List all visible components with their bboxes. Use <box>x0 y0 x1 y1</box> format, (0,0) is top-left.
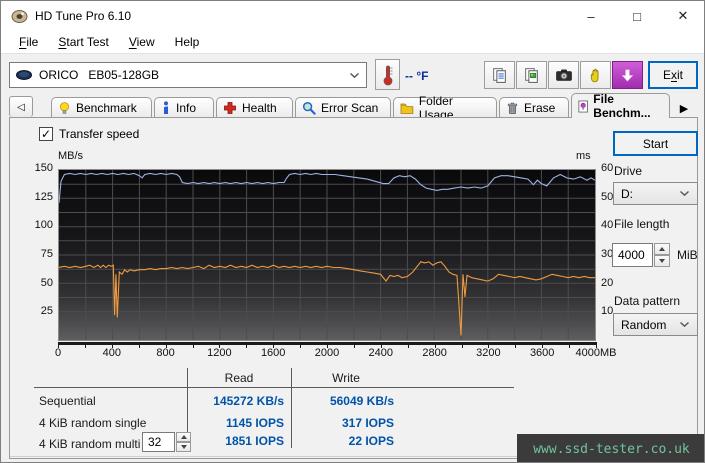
watermark: www.ssd-tester.co.uk <box>517 434 705 463</box>
bulb-icon <box>58 101 71 115</box>
drive-dropdown[interactable]: D: <box>613 182 698 205</box>
file-length-spin-down[interactable] <box>654 255 670 267</box>
screenshot-button[interactable] <box>548 61 579 89</box>
random-multi-write-value: 22 IOPS <box>291 434 394 448</box>
tab-label: Info <box>176 101 196 115</box>
tab-folder-usage[interactable]: Folder Usage <box>393 97 497 118</box>
camera-icon <box>555 67 573 83</box>
tab-scroll-right-button[interactable]: ▶ <box>675 99 693 117</box>
chevron-down-icon <box>679 321 690 328</box>
scroll-right-icon: ▶ <box>680 102 688 115</box>
copy-text-button[interactable] <box>484 61 515 89</box>
tab-erase[interactable]: Erase <box>499 97 569 118</box>
spin-down-icon <box>659 259 665 263</box>
right-axis-title: ms <box>576 150 591 162</box>
folder-icon <box>400 102 414 115</box>
tick-label: 20 <box>601 277 613 289</box>
file-benchmark-icon <box>578 99 588 114</box>
file-length-input[interactable] <box>612 243 653 267</box>
tab-error-scan[interactable]: Error Scan <box>295 97 391 118</box>
right-axis-ticks: 605040302010 <box>601 1 635 463</box>
thermometer-icon <box>382 64 394 86</box>
tab-benchmark[interactable]: Benchmark <box>51 97 152 118</box>
temperature-value: -- °F <box>405 69 428 83</box>
x-axis-line <box>58 342 597 345</box>
data-pattern-label: Data pattern <box>614 294 680 308</box>
table-header-rule <box>34 387 514 388</box>
temperature-button[interactable] <box>375 59 400 90</box>
random-single-read-value: 1145 IOPS <box>187 416 284 430</box>
drive-selector-dropdown[interactable]: ORICO EB05-128GB <box>9 62 367 88</box>
close-button[interactable]: ✕ <box>660 1 705 31</box>
watermark-text: www.ssd-tester.co.uk <box>533 442 690 457</box>
tick-label: 10 <box>601 305 613 317</box>
info-icon <box>161 101 171 115</box>
tab-label: Erase <box>524 101 555 115</box>
queue-depth-input[interactable] <box>142 432 175 452</box>
left-axis-title: MB/s <box>58 150 83 162</box>
tab-label: File Benchm... <box>593 92 663 120</box>
tick-label: 50 <box>41 277 53 289</box>
menu-start-test[interactable]: Start Test <box>48 32 118 52</box>
tick-label: 125 <box>35 191 53 203</box>
tick-label: 150 <box>35 162 53 174</box>
spin-up-icon <box>181 435 187 439</box>
magnifier-icon <box>302 101 316 115</box>
start-button[interactable]: Start <box>613 131 698 156</box>
data-pattern-dropdown[interactable]: Random <box>613 313 698 336</box>
drive-selector-value: ORICO EB05-128GB <box>39 68 159 82</box>
menu-help[interactable]: Help <box>165 32 210 52</box>
chevron-down-icon <box>349 72 360 79</box>
tab-file-benchmark[interactable]: File Benchm... <box>571 93 670 118</box>
random-single-write-value: 317 IOPS <box>291 416 394 430</box>
health-cross-icon <box>223 101 237 115</box>
transfer-speed-label: Transfer speed <box>59 127 139 141</box>
spin-down-icon <box>181 445 187 449</box>
trash-icon <box>506 101 519 115</box>
file-length-label: File length <box>614 217 669 231</box>
copy-text-icon <box>491 67 508 84</box>
copy-image-icon <box>523 67 540 84</box>
file-length-spin-up[interactable] <box>654 243 670 255</box>
tab-label: Benchmark <box>76 101 137 115</box>
exit-button[interactable]: Exit <box>648 61 698 89</box>
column-header-write: Write <box>291 371 401 385</box>
chevron-down-icon <box>679 190 690 197</box>
benchmark-chart-plot <box>58 169 596 341</box>
tick-label: 25 <box>41 305 53 317</box>
file-length-unit: MiB <box>677 248 698 262</box>
tick-label: 40 <box>601 219 613 231</box>
row-label-random-single: 4 KiB random single <box>39 416 146 430</box>
drive-dropdown-value: D: <box>621 187 633 201</box>
spin-up-icon <box>659 247 665 251</box>
sequential-read-value: 145272 KB/s <box>187 394 284 408</box>
drive-label: Drive <box>614 164 642 178</box>
tick-label: 75 <box>41 248 53 260</box>
copy-image-button[interactable] <box>516 61 547 89</box>
row-label-random-multi: 4 KiB random multi <box>39 437 140 451</box>
tick-label: 60 <box>601 162 613 174</box>
tab-label: Error Scan <box>321 101 378 115</box>
transfer-speed-option: ✓ Transfer speed <box>39 127 139 141</box>
row-label-sequential: Sequential <box>39 394 96 408</box>
app-window: HD Tune Pro 6.10 – □ ✕ File Start Test V… <box>0 0 705 463</box>
tab-info[interactable]: Info <box>154 97 214 118</box>
sequential-write-value: 56049 KB/s <box>291 394 394 408</box>
title-bar: HD Tune Pro 6.10 – □ ✕ <box>1 1 705 31</box>
data-pattern-value: Random <box>621 318 666 332</box>
random-multi-read-value: 1851 IOPS <box>187 434 284 448</box>
column-header-read: Read <box>187 371 291 385</box>
chart-plot-svg <box>59 170 595 340</box>
menu-view[interactable]: View <box>119 32 165 52</box>
tick-label: 100 <box>35 219 53 231</box>
tab-label: Health <box>242 101 277 115</box>
menu-bar: File Start Test View Help <box>1 31 705 53</box>
tab-health[interactable]: Health <box>216 97 293 118</box>
tick-label: 50 <box>601 191 613 203</box>
